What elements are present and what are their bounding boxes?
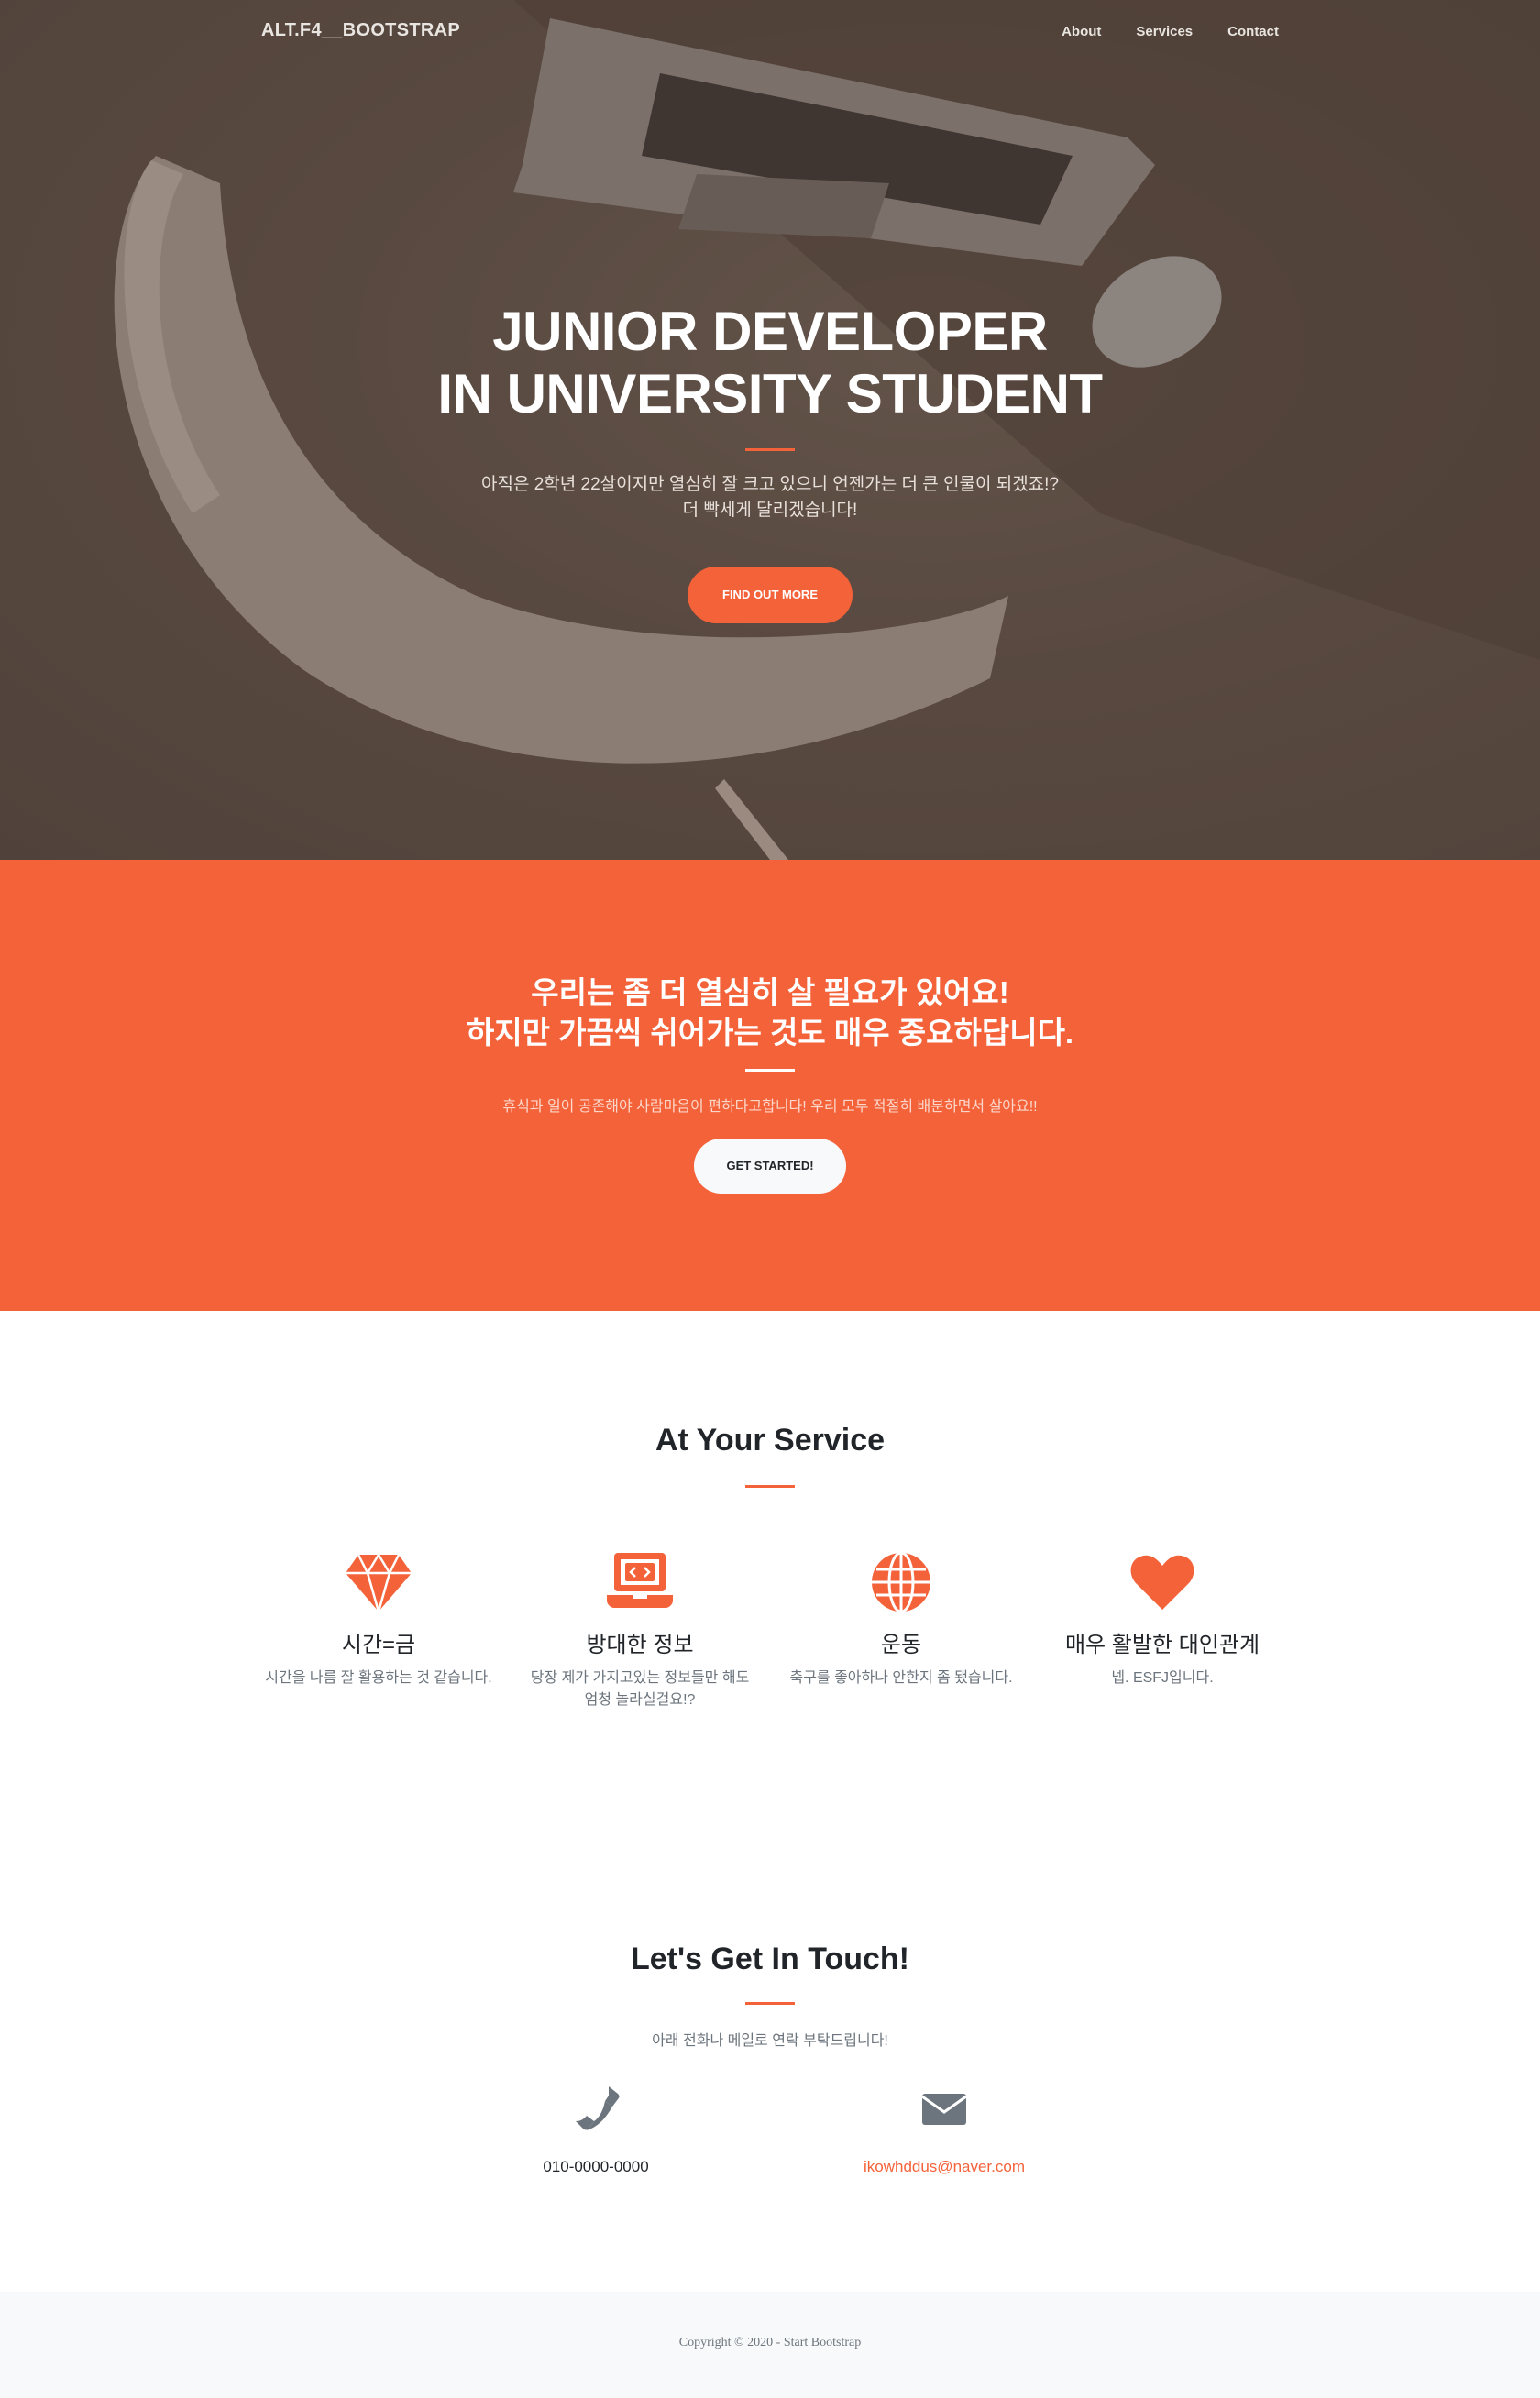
service-item: 시간=금 시간을 나름 잘 활용하는 것 같습니다. (255, 1547, 502, 1689)
services-title: At Your Service (654, 1423, 886, 1458)
service-name: 방대한 정보 (586, 1633, 694, 1657)
hero-title-line2: IN UNIVERSITY STUDENT (437, 363, 1103, 424)
service-name: 매우 활발한 대인관계 (1064, 1633, 1260, 1657)
copyright-text: Copyright © 2020 - Start Bootstrap (678, 2336, 862, 2349)
about-title-line1: 우리는 좀 더 열심히 살 필요가 있어요! (531, 975, 1009, 1009)
hero-background-image (0, 0, 1540, 860)
about-divider (745, 1069, 795, 1072)
about-title-line2: 하지만 가끔씩 쉬어가는 것도 매우 중요하답니다. (466, 1016, 1074, 1050)
service-item: 방대한 정보 당장 제가 가지고있는 정보들만 해도 엄청 놀라실걸요!? (516, 1547, 764, 1711)
top-navbar: ALT.F4__BOOTSTRAP About Services Contact (0, 0, 1540, 66)
heart-icon (1130, 1555, 1194, 1610)
contact-title: Let's Get In Touch! (630, 1942, 909, 1976)
hero-subtitle-line2: 더 빡세게 달리겠습니다! (682, 500, 858, 520)
footer: Copyright © 2020 - Start Bootstrap (0, 2292, 1540, 2398)
services-section: At Your Service 시간=금 시간을 나름 잘 활용하는 것 같습니… (0, 1311, 1540, 1824)
service-item: 매우 활발한 대인관계 넵. ESFJ입니다. (1039, 1547, 1286, 1689)
phone-icon (576, 2086, 620, 2130)
service-description: 넵. ESFJ입니다. (1111, 1670, 1214, 1686)
nav-link-services[interactable]: Services (1136, 24, 1193, 39)
service-name: 시간=금 (341, 1633, 416, 1657)
service-description: 축구를 좋아하나 안한지 좀 됐습니다. (789, 1670, 1013, 1686)
service-description: 시간을 나름 잘 활용하는 것 같습니다. (265, 1670, 492, 1686)
get-started-button[interactable]: GET STARTED! (694, 1138, 846, 1194)
contact-section: Let's Get In Touch! 아래 전화나 메일로 연락 부탁드립니다… (0, 1824, 1540, 2292)
hero-subtitle: 아직은 2학년 22살이지만 열심히 잘 크고 있으니 언젠가는 더 큰 인물이… (0, 472, 1540, 523)
email-link[interactable]: ikowhddus@naver.com (807, 2158, 1082, 2176)
phone-number: 010-0000-0000 (543, 2158, 649, 2175)
laptop-code-icon (607, 1553, 673, 1608)
nav-link-about[interactable]: About (1062, 24, 1101, 39)
contact-divider (745, 2002, 795, 2005)
service-description: 당장 제가 가지고있는 정보들만 해도 엄청 놀라실걸요!? (530, 1670, 750, 1708)
brand-logo[interactable]: ALT.F4__BOOTSTRAP (261, 20, 460, 41)
nav-link-contact[interactable]: Contact (1227, 24, 1279, 39)
about-title: 우리는 좀 더 열심히 살 필요가 있어요! 하지만 가끔씩 쉬어가는 것도 매… (0, 973, 1540, 1053)
hero-section: JUNIOR DEVELOPER IN UNIVERSITY STUDENT 아… (0, 0, 1540, 860)
service-item: 운동 축구를 좋아하나 안한지 좀 됐습니다. (777, 1547, 1025, 1689)
hero-subtitle-line1: 아직은 2학년 22살이지만 열심히 잘 크고 있으니 언젠가는 더 큰 인물이… (480, 475, 1059, 494)
hero-divider (745, 448, 795, 451)
contact-phone: 010-0000-0000 (458, 2081, 733, 2176)
about-subtitle: 휴식과 일이 공존해야 사람마음이 편하다고합니다! 우리 모두 적절히 배분하… (502, 1099, 1038, 1115)
services-divider (745, 1485, 795, 1488)
service-name: 운동 (880, 1633, 922, 1657)
contact-email: ikowhddus@naver.com (807, 2081, 1082, 2176)
hero-title-line1: JUNIOR DEVELOPER (492, 301, 1048, 362)
nav-links: About Services Contact (1027, 24, 1279, 39)
globe-icon (872, 1551, 930, 1613)
about-section: 우리는 좀 더 열심히 살 필요가 있어요! 하지만 가끔씩 쉬어가는 것도 매… (0, 860, 1540, 1311)
contact-subtitle: 아래 전화나 메일로 연락 부탁드립니다! (652, 2033, 888, 2049)
hero-title: JUNIOR DEVELOPER IN UNIVERSITY STUDENT (0, 301, 1540, 425)
envelope-icon (921, 2094, 967, 2125)
gem-icon (346, 1552, 412, 1616)
find-out-more-button[interactable]: FIND OUT MORE (688, 566, 852, 623)
